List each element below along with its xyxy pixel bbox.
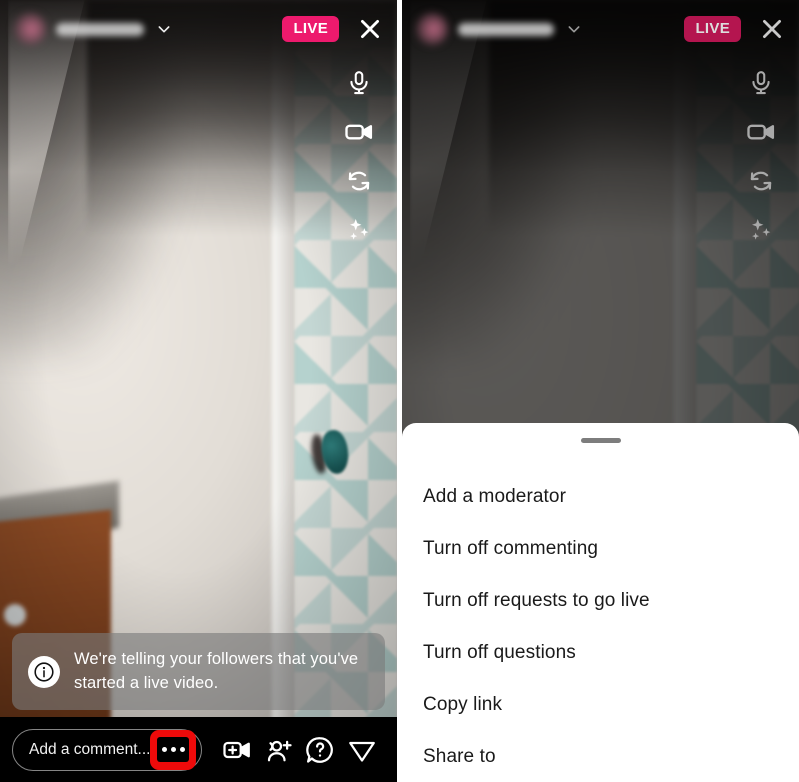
- sheet-item-turn-off-requests-to-go-live[interactable]: Turn off requests to go live: [402, 575, 799, 627]
- chevron-down-icon[interactable]: [156, 21, 172, 37]
- sheet-item-share-to[interactable]: Share to: [402, 731, 799, 782]
- right-tool-rail: [743, 66, 779, 262]
- drag-handle[interactable]: [580, 438, 621, 443]
- left-screen-panel: LIVE We're telling your followers that y…: [0, 0, 397, 782]
- live-badge: LIVE: [684, 16, 741, 42]
- left-tool-rail: [341, 66, 377, 262]
- video-camera-icon[interactable]: [744, 115, 778, 149]
- dot-2: [170, 747, 176, 752]
- username-redacted[interactable]: [56, 22, 144, 36]
- video-camera-icon[interactable]: [342, 115, 376, 149]
- close-icon[interactable]: [357, 16, 383, 42]
- dot-1: [161, 747, 167, 752]
- info-circle-icon: [28, 655, 60, 688]
- sheet-item-copy-link[interactable]: Copy link: [402, 679, 799, 731]
- options-bottom-sheet: Add a moderator Turn off commenting Turn…: [402, 423, 799, 782]
- sheet-item-label: Share to: [423, 746, 496, 767]
- toast-text: We're telling your followers that you've…: [74, 650, 359, 692]
- sheet-item-turn-off-questions[interactable]: Turn off questions: [402, 627, 799, 679]
- sparkles-icon[interactable]: [342, 213, 376, 247]
- left-bottom-bar: Add a comment...: [0, 717, 397, 782]
- add-person-icon[interactable]: [260, 731, 298, 769]
- username-redacted[interactable]: [458, 22, 554, 36]
- more-options-button-highlight[interactable]: [150, 729, 196, 770]
- sheet-item-label: Copy link: [423, 694, 503, 715]
- microphone-icon[interactable]: [744, 66, 778, 100]
- send-paper-plane-icon[interactable]: [343, 731, 381, 769]
- bottom-bar-actions: [202, 731, 383, 769]
- sparkles-icon[interactable]: [744, 213, 778, 247]
- sheet-item-label: Turn off requests to go live: [423, 590, 650, 611]
- sheet-item-label: Turn off questions: [423, 642, 576, 663]
- screenshot-root: LIVE We're telling your followers that y…: [0, 0, 799, 782]
- sheet-item-label: Turn off commenting: [423, 538, 599, 559]
- more-horizontal-icon[interactable]: [157, 737, 189, 762]
- panel-divider: [397, 0, 402, 782]
- comment-input-pill[interactable]: Add a comment...: [12, 728, 202, 771]
- live-badge: LIVE: [282, 16, 339, 42]
- camera-flip-icon[interactable]: [342, 164, 376, 198]
- sheet-item-turn-off-commenting[interactable]: Turn off commenting: [402, 523, 799, 575]
- right-screen-panel: LIVE Add a moderator Turn off commenting…: [402, 0, 799, 782]
- avatar[interactable]: [416, 13, 448, 45]
- add-video-icon[interactable]: [218, 731, 256, 769]
- close-icon[interactable]: [759, 16, 785, 42]
- camera-flip-icon[interactable]: [744, 164, 778, 198]
- dot-3: [179, 747, 185, 752]
- sheet-item-label: Add a moderator: [423, 486, 567, 507]
- avatar[interactable]: [14, 13, 46, 45]
- question-bubble-icon[interactable]: [301, 731, 339, 769]
- options-list: Add a moderator Turn off commenting Turn…: [402, 471, 799, 782]
- chevron-down-icon[interactable]: [566, 21, 582, 37]
- right-header: LIVE: [402, 0, 799, 58]
- comment-placeholder: Add a comment...: [29, 740, 151, 758]
- microphone-icon[interactable]: [342, 66, 376, 100]
- toast-notification: We're telling your followers that you've…: [12, 633, 385, 710]
- left-header: LIVE: [0, 0, 397, 58]
- sheet-item-add-moderator[interactable]: Add a moderator: [402, 471, 799, 523]
